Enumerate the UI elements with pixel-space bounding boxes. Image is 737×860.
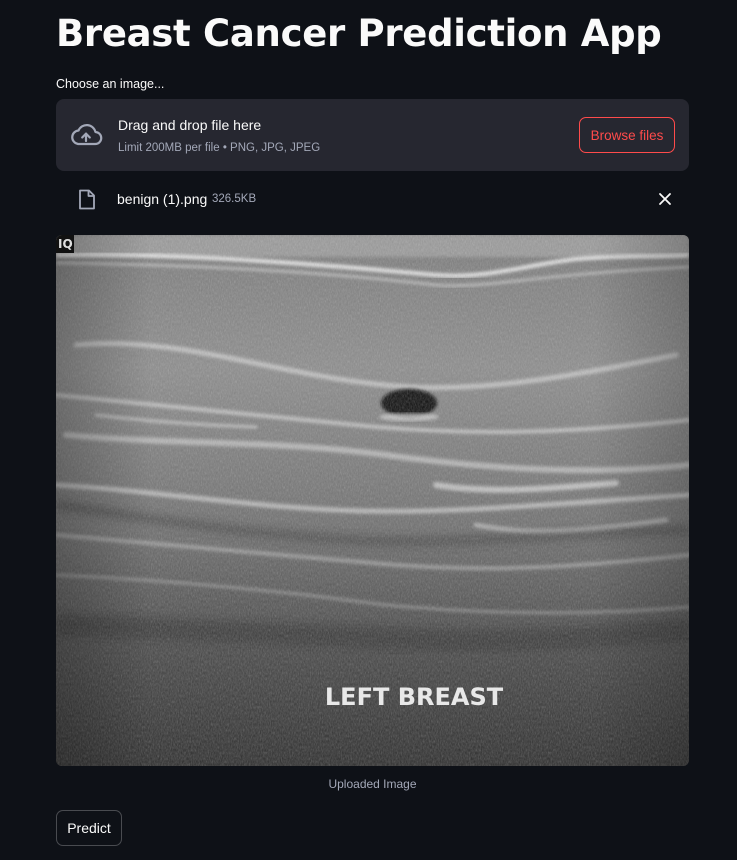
file-dropzone[interactable]: Drag and drop file here Limit 200MB per … bbox=[56, 99, 689, 171]
uploaded-ultrasound-image: IQ LEFT BREAST bbox=[56, 235, 689, 766]
page-title: Breast Cancer Prediction App bbox=[56, 12, 662, 55]
cloud-upload-icon bbox=[71, 124, 103, 146]
browse-files-button[interactable]: Browse files bbox=[579, 117, 675, 153]
uploaded-file-size: 326.5KB bbox=[212, 193, 257, 205]
dropzone-limits: Limit 200MB per file • PNG, JPG, JPEG bbox=[118, 142, 321, 154]
image-corner-mark: IQ bbox=[58, 237, 73, 251]
uploader-label: Choose an image... bbox=[56, 77, 165, 91]
uploaded-file-name: benign (1).png bbox=[117, 191, 208, 207]
ultrasound-image: IQ LEFT BREAST bbox=[56, 235, 689, 766]
image-overlay-text: LEFT BREAST bbox=[325, 683, 504, 711]
predict-button[interactable]: Predict bbox=[56, 810, 122, 846]
close-icon[interactable] bbox=[658, 192, 672, 206]
app-container: Breast Cancer Prediction App Choose an i… bbox=[0, 0, 737, 860]
uploaded-file-row: benign (1).png 326.5KB bbox=[56, 184, 689, 214]
image-caption: Uploaded Image bbox=[328, 777, 417, 791]
file-icon bbox=[79, 189, 95, 210]
dropzone-title: Drag and drop file here bbox=[118, 117, 262, 133]
